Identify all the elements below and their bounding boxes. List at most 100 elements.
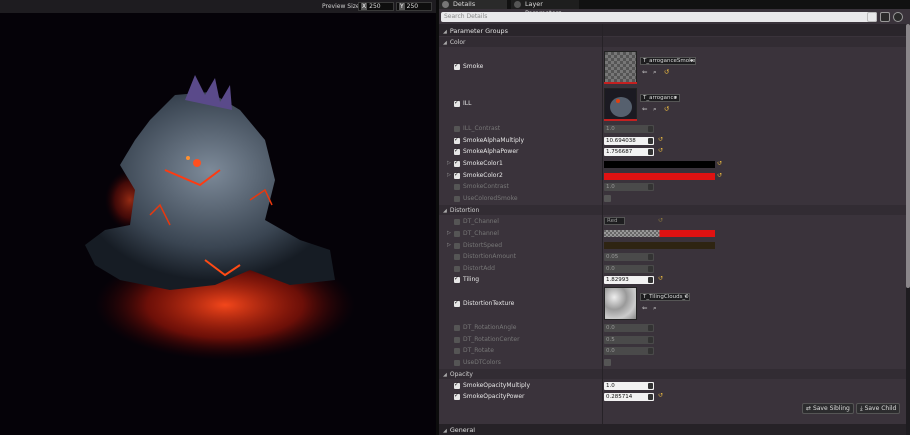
- section-parameter-groups[interactable]: ◢ Parameter Groups: [443, 27, 508, 35]
- smoke-opacity-power-checkbox[interactable]: [454, 392, 460, 400]
- use-selected-icon[interactable]: ⇐: [642, 105, 647, 113]
- dt-rotation-angle-checkbox[interactable]: [454, 325, 460, 331]
- section-header-bg: [439, 24, 906, 36]
- use-colored-smoke-value-checkbox[interactable]: [604, 195, 611, 202]
- smoke-asset-dropdown[interactable]: T_arroganceSmoke: [640, 57, 696, 65]
- scrollbar-thumb[interactable]: [906, 24, 910, 288]
- smoke-texture-thumbnail[interactable]: [604, 51, 637, 84]
- dt-rotate-field[interactable]: 0.0: [604, 347, 654, 355]
- x-value: 250: [369, 3, 381, 10]
- distortion-amount-field[interactable]: 0.05: [604, 253, 654, 261]
- distort-add-field[interactable]: 0.0: [604, 265, 654, 273]
- expand-arrow-icon[interactable]: ▷: [447, 242, 451, 248]
- save-child-label: Save Child: [864, 405, 897, 412]
- smoke-opacity-multiply-field[interactable]: 1.0: [604, 382, 654, 390]
- browse-icon[interactable]: ⌕: [653, 68, 657, 77]
- use-selected-icon[interactable]: ⇐: [642, 304, 647, 312]
- smoke-color1-checkbox[interactable]: [454, 159, 460, 167]
- smoke-color2-swatch[interactable]: [604, 173, 715, 180]
- distortion-amount-checkbox[interactable]: [454, 254, 460, 260]
- expand-arrow-icon[interactable]: ▷: [447, 230, 451, 236]
- distort-add-label: DistortAdd: [463, 265, 495, 272]
- creature-preview-image: [85, 75, 355, 360]
- reset-icon[interactable]: ↺: [658, 147, 663, 154]
- smoke-contrast-label: SmokeContrast: [463, 183, 509, 190]
- save-sibling-icon: ⇄: [806, 405, 813, 412]
- use-dt-colors-value-checkbox[interactable]: [604, 359, 611, 366]
- smoke-alpha-multiply-checkbox[interactable]: [454, 136, 460, 144]
- smoke-color1-swatch[interactable]: [604, 161, 715, 168]
- preview-size-y-field[interactable]: Y 250: [396, 2, 432, 11]
- ill-checkbox[interactable]: [454, 99, 460, 107]
- ill-contrast-field[interactable]: 1.0: [604, 125, 654, 133]
- general-section-header[interactable]: ◢ General: [439, 424, 906, 435]
- eye-icon[interactable]: [893, 12, 903, 22]
- dt-rotate-checkbox[interactable]: [454, 348, 460, 354]
- search-input[interactable]: Search Details: [441, 12, 877, 22]
- dt-channel-dropdown[interactable]: Red: [604, 217, 625, 225]
- expand-arrow-icon[interactable]: ▷: [447, 160, 451, 166]
- reset-icon[interactable]: ↺: [658, 136, 663, 143]
- smoke-color2-checkbox[interactable]: [454, 171, 460, 179]
- column-splitter[interactable]: [602, 24, 603, 435]
- expand-arrow-icon[interactable]: ▷: [447, 172, 451, 178]
- use-dt-colors-checkbox[interactable]: [454, 360, 460, 366]
- distortion-texture-asset-dropdown[interactable]: T_TilingClouds_01: [640, 293, 690, 301]
- dt-rotation-angle-field[interactable]: 0.0: [604, 324, 654, 332]
- reset-icon[interactable]: ↺: [664, 105, 669, 113]
- material-instance-editor: Preview Size X250 Y250 Details Layer Par…: [0, 0, 910, 435]
- grid-view-icon[interactable]: [880, 12, 890, 22]
- smoke-alpha-power-field[interactable]: 1.756687: [604, 148, 654, 156]
- preview-viewport[interactable]: Preview Size X 250 Y 250: [0, 0, 436, 435]
- search-icon[interactable]: [867, 12, 877, 22]
- smoke-contrast-field[interactable]: 1.0: [604, 183, 654, 191]
- use-colored-smoke-label: UseColoredSmoke: [463, 195, 518, 202]
- smoke-alpha-multiply-field[interactable]: 10.694038: [604, 137, 654, 145]
- dt-rotation-center-label: DT_RotationCenter: [463, 336, 520, 343]
- browse-icon[interactable]: ⌕: [653, 304, 657, 313]
- tab-layer-parameters[interactable]: Layer Parameters: [511, 0, 579, 17]
- reset-icon[interactable]: ↺: [717, 160, 722, 167]
- ill-contrast-checkbox[interactable]: [454, 126, 460, 132]
- distortion-texture-thumbnail[interactable]: [604, 287, 637, 320]
- distort-speed-color-swatch[interactable]: [604, 242, 715, 249]
- dt-channel-checkbox[interactable]: [454, 219, 460, 225]
- group-opacity[interactable]: ◢ Opacity: [443, 371, 473, 378]
- reset-icon[interactable]: ↺: [658, 275, 663, 282]
- tiling-checkbox[interactable]: [454, 275, 460, 283]
- use-selected-icon[interactable]: ⇐: [642, 68, 647, 76]
- reset-icon[interactable]: ↺: [664, 68, 669, 76]
- smoke-checkbox[interactable]: [454, 62, 460, 70]
- ill-texture-thumbnail[interactable]: [604, 88, 637, 121]
- distort-add-checkbox[interactable]: [454, 266, 460, 272]
- group-title: Color: [449, 39, 466, 46]
- dt-channel-color-swatch[interactable]: [604, 230, 715, 237]
- reset-icon[interactable]: ↺: [658, 392, 663, 399]
- smoke-alpha-power-checkbox[interactable]: [454, 147, 460, 155]
- group-distortion[interactable]: ◢ Distortion: [443, 207, 479, 214]
- smoke-opacity-power-field[interactable]: 0.285714: [604, 393, 654, 401]
- use-colored-smoke-checkbox[interactable]: [454, 196, 460, 202]
- reset-icon[interactable]: ↺: [658, 217, 663, 224]
- dt-channel-vector-label: DT_Channel: [463, 230, 499, 237]
- smoke-contrast-checkbox[interactable]: [454, 184, 460, 190]
- save-sibling-button[interactable]: ⇄ Save Sibling: [802, 403, 854, 414]
- tab-details[interactable]: Details: [439, 0, 507, 9]
- scrollbar[interactable]: [906, 24, 910, 435]
- dt-rotation-center-field[interactable]: 0.5: [604, 336, 654, 344]
- ill-thumbnail-image: [610, 97, 632, 117]
- ill-asset-dropdown[interactable]: T_arrogance: [640, 94, 680, 102]
- smoke-opacity-power-label: SmokeOpacityPower: [463, 393, 525, 400]
- preview-size-x-field[interactable]: X 250: [358, 2, 394, 11]
- distort-speed-checkbox[interactable]: [454, 243, 460, 249]
- reset-icon[interactable]: ↺: [717, 172, 722, 179]
- tiling-field[interactable]: 1.82993: [604, 276, 654, 284]
- save-child-button[interactable]: ⤓ Save Child: [856, 403, 901, 414]
- group-header-bg: [439, 205, 906, 215]
- browse-icon[interactable]: ⌕: [653, 105, 657, 114]
- dt-rotation-center-checkbox[interactable]: [454, 337, 460, 343]
- dt-channel-vector-checkbox[interactable]: [454, 231, 460, 237]
- group-color[interactable]: ◢ Color: [443, 39, 466, 46]
- distortion-texture-checkbox[interactable]: [454, 299, 460, 307]
- smoke-opacity-multiply-checkbox[interactable]: [454, 381, 460, 389]
